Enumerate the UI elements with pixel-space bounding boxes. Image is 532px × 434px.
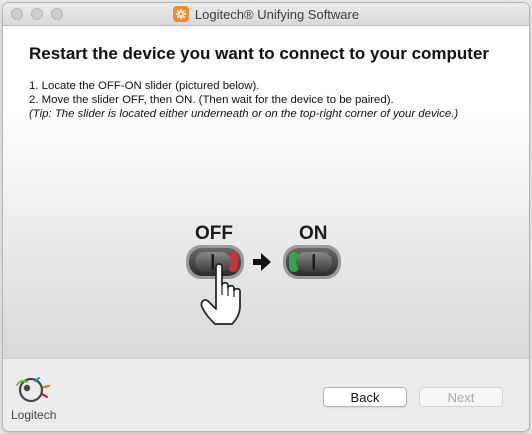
logitech-logo-icon [16, 377, 50, 403]
next-button[interactable]: Next [419, 387, 503, 407]
app-window: Logitech® Unifying Software Restart the … [3, 3, 529, 431]
instruction-tip: (Tip: The slider is located either under… [29, 108, 459, 120]
window-title: Logitech® Unifying Software [194, 6, 360, 22]
off-switch-graphic [186, 245, 244, 279]
instruction-step-1: 1. Locate the OFF-ON slider (pictured be… [29, 80, 260, 92]
footer-bar: Logitech Back Next [3, 358, 529, 431]
logitech-logo: Logitech [11, 373, 63, 423]
on-switch-graphic [283, 245, 341, 279]
unifying-app-icon [172, 6, 189, 22]
back-button[interactable]: Back [323, 387, 407, 407]
slider-illustration [186, 245, 341, 325]
main-content: Restart the device you want to connect t… [3, 26, 529, 358]
logitech-wordmark: Logitech [11, 408, 57, 422]
arrow-right-icon [253, 253, 271, 271]
instruction-step-2: 2. Move the slider OFF, then ON. (Then w… [29, 94, 394, 106]
title-bar: Logitech® Unifying Software [3, 3, 529, 26]
page-title: Restart the device you want to connect t… [29, 44, 490, 63]
